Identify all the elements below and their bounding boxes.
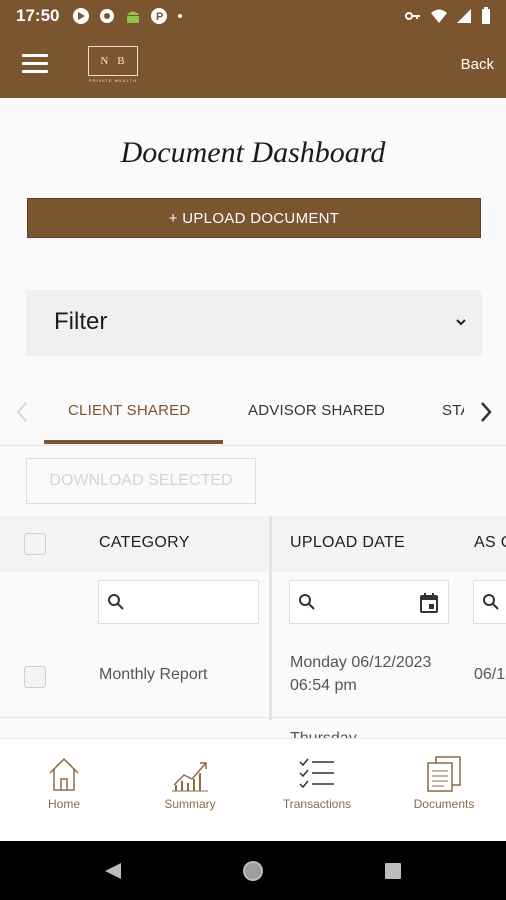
download-selected-button[interactable]: DOWNLOAD SELECTED	[26, 458, 256, 504]
table-header: CATEGORY UPLOAD DATE AS O	[0, 516, 506, 572]
chart-icon	[172, 762, 208, 792]
table-row[interactable]: Monthly Report Monday 06/12/2023 06:54 p…	[0, 636, 506, 718]
list-icon	[299, 758, 334, 789]
brand-logo: N B PRIVATE WEALTH	[88, 46, 138, 83]
tab-client-shared[interactable]: CLIENT SHARED	[68, 402, 190, 419]
as-of-search-input[interactable]	[473, 580, 506, 624]
nav-documents[interactable]: Documents	[394, 755, 494, 811]
search-icon	[483, 594, 499, 610]
active-tab-indicator	[44, 440, 223, 444]
table-row[interactable]: Thursday	[0, 718, 506, 738]
system-navigation-bar	[0, 841, 506, 900]
column-header-category[interactable]: CATEGORY	[99, 534, 190, 552]
cell-as-of: 06/1	[474, 666, 506, 683]
column-filter-row	[0, 572, 506, 636]
vpn-key-icon	[405, 12, 420, 20]
nav-documents-label: Documents	[413, 797, 475, 811]
android-icon	[127, 11, 139, 23]
tab-advisor-shared[interactable]: ADVISOR SHARED	[248, 402, 385, 419]
filter-dropdown[interactable]: Filter	[26, 290, 482, 356]
system-icons	[404, 7, 492, 25]
chevron-right-icon[interactable]	[476, 400, 496, 424]
category-search-input[interactable]	[98, 580, 259, 624]
document-tabs: CLIENT SHARED ADVISOR SHARED STA	[0, 380, 506, 446]
status-bar: 17:50 P	[0, 0, 506, 32]
nav-transactions-label: Transactions	[282, 797, 352, 811]
status-time: 17:50	[16, 6, 60, 25]
system-home-icon[interactable]	[242, 860, 264, 882]
column-divider	[269, 516, 272, 720]
nav-transactions[interactable]: Transactions	[267, 755, 367, 811]
logo-letter: N	[100, 55, 110, 67]
cell-upload-date: Monday 06/12/2023 06:54 pm	[290, 651, 431, 697]
menu-icon	[22, 54, 48, 57]
wifi-icon	[431, 9, 447, 23]
cell-upload-date-time: 06:54 pm	[290, 677, 357, 694]
filter-label: Filter	[54, 308, 108, 335]
svg-text:P: P	[156, 11, 163, 23]
chevron-down-icon	[456, 319, 466, 326]
app-header: N B PRIVATE WEALTH Back	[0, 32, 506, 98]
nav-summary[interactable]: Summary	[140, 755, 240, 811]
system-recents-icon[interactable]	[384, 862, 402, 880]
cell-category: Monthly Report	[99, 666, 208, 683]
signal-icon	[457, 9, 471, 23]
menu-button[interactable]	[22, 54, 48, 76]
search-icon	[299, 594, 315, 610]
nav-home-label: Home	[47, 797, 80, 811]
page-title: Document Dashboard	[120, 136, 386, 169]
logo-mark: N B	[88, 46, 138, 76]
documents-icon	[427, 756, 461, 792]
logo-letter: B	[117, 55, 126, 67]
calendar-icon[interactable]	[420, 593, 438, 613]
upload-document-button[interactable]: + UPLOAD DOCUMENT	[27, 198, 481, 238]
cell-upload-date-day: Monday 06/12/2023	[290, 654, 432, 671]
app-screen: 17:50 P N B PRIVATE WEALTH Back Document…	[0, 0, 506, 900]
battery-icon	[482, 7, 490, 24]
upload-date-filter-input[interactable]	[289, 580, 449, 624]
notification-icons: P	[72, 7, 184, 25]
search-icon	[108, 594, 124, 610]
cell-upload-date-day: Thursday	[290, 727, 357, 738]
notification-app-icon	[100, 9, 114, 23]
select-all-checkbox[interactable]	[24, 533, 46, 555]
column-header-as-of[interactable]: AS O	[474, 534, 506, 552]
tab-static[interactable]: STA	[442, 402, 464, 419]
notification-app-icon: P	[151, 8, 167, 24]
dot-icon	[178, 14, 182, 18]
bottom-navigation: Home Summary Transactions Documents	[0, 738, 506, 841]
system-back-icon[interactable]	[103, 861, 123, 881]
nav-home[interactable]: Home	[14, 755, 114, 811]
notification-app-icon	[73, 8, 89, 24]
column-header-upload-date[interactable]: UPLOAD DATE	[290, 534, 405, 552]
chevron-left-icon[interactable]	[12, 400, 32, 424]
home-icon	[49, 757, 79, 791]
back-button[interactable]: Back	[461, 56, 494, 73]
nav-summary-label: Summary	[164, 797, 216, 811]
row-checkbox[interactable]	[24, 666, 46, 688]
logo-subtext: PRIVATE WEALTH	[88, 78, 137, 83]
